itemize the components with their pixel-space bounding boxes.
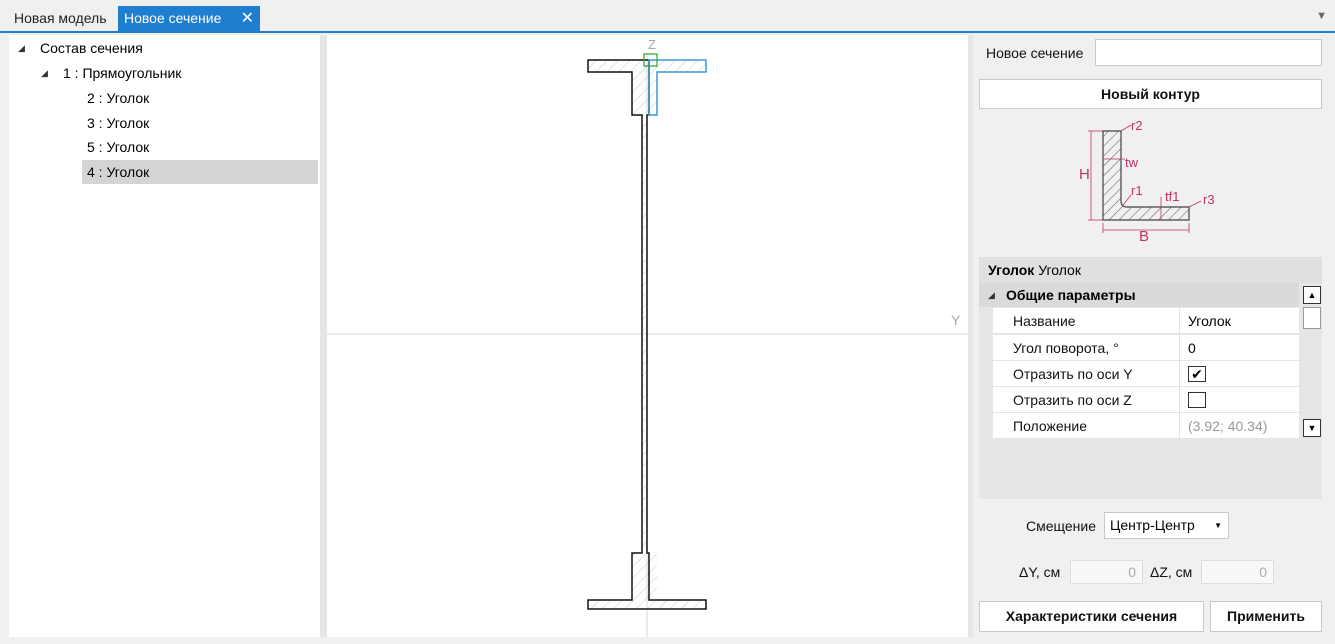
prop-name: Название	[1013, 313, 1076, 329]
section-name-label: Новое сечение	[986, 45, 1084, 61]
tree-item-selected[interactable]: 4 : Уголок	[82, 160, 318, 184]
scroll-down-icon[interactable]: ▼	[1303, 419, 1321, 437]
section-name-input[interactable]	[1095, 39, 1322, 66]
prop-row-position[interactable]: Положение (3.92; 40.34)	[993, 413, 1299, 439]
section-tree: ◢ Состав сечения ◢ 1 : Прямоугольник 2 :…	[9, 35, 320, 637]
svg-text:H: H	[1079, 166, 1090, 183]
section-properties-button[interactable]: Характеристики сечения	[979, 601, 1204, 632]
prop-row-mirror-z[interactable]: Отразить по оси Z	[993, 387, 1299, 413]
category-label: Общие параметры	[1006, 287, 1136, 303]
tab-new-model[interactable]: Новая модель	[8, 6, 113, 31]
tree-item-label: 2 : Уголок	[87, 90, 150, 106]
prop-row-rotation[interactable]: Угол поворота, ° 0	[993, 335, 1299, 361]
prop-value[interactable]: 0	[1179, 335, 1299, 361]
collapse-icon[interactable]: ◢	[41, 61, 48, 85]
button-label: Новый контур	[1101, 86, 1200, 102]
splitter-left[interactable]	[320, 35, 327, 637]
svg-text:r3: r3	[1203, 192, 1215, 207]
z-axis-label: Z	[648, 37, 656, 52]
prop-name: Отразить по оси Y	[1013, 366, 1133, 382]
tree-item-label: 3 : Уголок	[87, 115, 150, 131]
section-canvas[interactable]: Z Y	[327, 35, 968, 637]
property-grid-header: Уголок Уголок	[979, 257, 1322, 283]
svg-text:r1: r1	[1131, 183, 1143, 198]
offset-value: Центр-Центр	[1110, 517, 1195, 533]
properties-panel: Новое сечение Новый контур r2 tw H r1 tf…	[973, 35, 1335, 637]
tab-label: Новая модель	[14, 10, 107, 26]
tab-label: Новое сечение	[124, 10, 222, 26]
category-general[interactable]: ◢ Общие параметры	[979, 283, 1299, 307]
svg-text:tw: tw	[1125, 155, 1139, 170]
mirror-y-checkbox[interactable]: ✔	[1188, 366, 1206, 382]
tab-new-section[interactable]: Новое сечение ✕	[118, 6, 260, 31]
tab-menu-icon[interactable]: ▼	[1316, 10, 1327, 22]
dy-label: ΔY, см	[1019, 564, 1061, 580]
object-name: Уголок	[988, 262, 1035, 278]
mirror-z-checkbox[interactable]	[1188, 392, 1206, 408]
dy-input[interactable]: 0	[1070, 560, 1143, 584]
tree-node-rectangle[interactable]: ◢ 1 : Прямоугольник	[9, 61, 320, 85]
prop-name: Угол поворота, °	[1013, 340, 1119, 356]
prop-name: Положение	[1013, 418, 1087, 434]
prop-row-mirror-y[interactable]: Отразить по оси Y ✔	[993, 361, 1299, 387]
collapse-icon[interactable]: ◢	[18, 36, 25, 60]
offset-dropdown[interactable]: Центр-Центр ▼	[1104, 512, 1229, 539]
tree-root-label: Состав сечения	[40, 40, 143, 56]
prop-row-name[interactable]: Название Уголок	[993, 308, 1299, 334]
object-type: Уголок	[1038, 262, 1081, 278]
dz-value: 0	[1259, 564, 1267, 580]
close-icon[interactable]: ✕	[241, 6, 254, 31]
scrollbar-thumb[interactable]	[1303, 307, 1321, 329]
collapse-icon[interactable]: ◢	[988, 283, 995, 307]
dy-value: 0	[1128, 564, 1136, 580]
y-axis-label: Y	[951, 312, 961, 328]
prop-value: ✔	[1179, 361, 1299, 387]
dz-label: ΔZ, см	[1150, 564, 1193, 580]
svg-text:r2: r2	[1131, 118, 1143, 133]
property-grid: Уголок Уголок ◢ Общие параметры Название…	[979, 257, 1322, 499]
prop-value: (3.92; 40.34)	[1179, 413, 1299, 439]
angle-diagram-icon: r2 tw H r1 tf1 r3 B	[1079, 118, 1215, 241]
tree-root[interactable]: ◢ Состав сечения	[9, 36, 320, 60]
new-contour-button[interactable]: Новый контур	[979, 79, 1322, 109]
prop-value[interactable]: Уголок	[1179, 308, 1299, 334]
svg-text:B: B	[1139, 228, 1149, 241]
tree-item[interactable]: 3 : Уголок	[82, 111, 318, 135]
tree-item-label: 4 : Уголок	[87, 164, 150, 180]
tree-item[interactable]: 2 : Уголок	[82, 86, 318, 110]
svg-text:tf1: tf1	[1165, 189, 1179, 204]
apply-button[interactable]: Применить	[1210, 601, 1322, 632]
section-drawing: Z Y	[327, 37, 968, 637]
prop-value	[1179, 387, 1299, 413]
tree-item-label: 5 : Уголок	[87, 139, 150, 155]
button-label: Характеристики сечения	[1005, 608, 1178, 624]
dropdown-arrow-icon: ▼	[1214, 521, 1222, 530]
scroll-up-icon[interactable]: ▲	[1303, 286, 1321, 304]
button-label: Применить	[1227, 608, 1305, 624]
tree-node-label: 1 : Прямоугольник	[63, 65, 182, 81]
offset-label: Смещение	[1026, 518, 1097, 534]
prop-name: Отразить по оси Z	[1013, 392, 1132, 408]
tab-bar: Новая модель Новое сечение ✕ ▼	[0, 0, 1335, 33]
tree-item[interactable]: 5 : Уголок	[82, 135, 318, 159]
dz-input[interactable]: 0	[1201, 560, 1274, 584]
